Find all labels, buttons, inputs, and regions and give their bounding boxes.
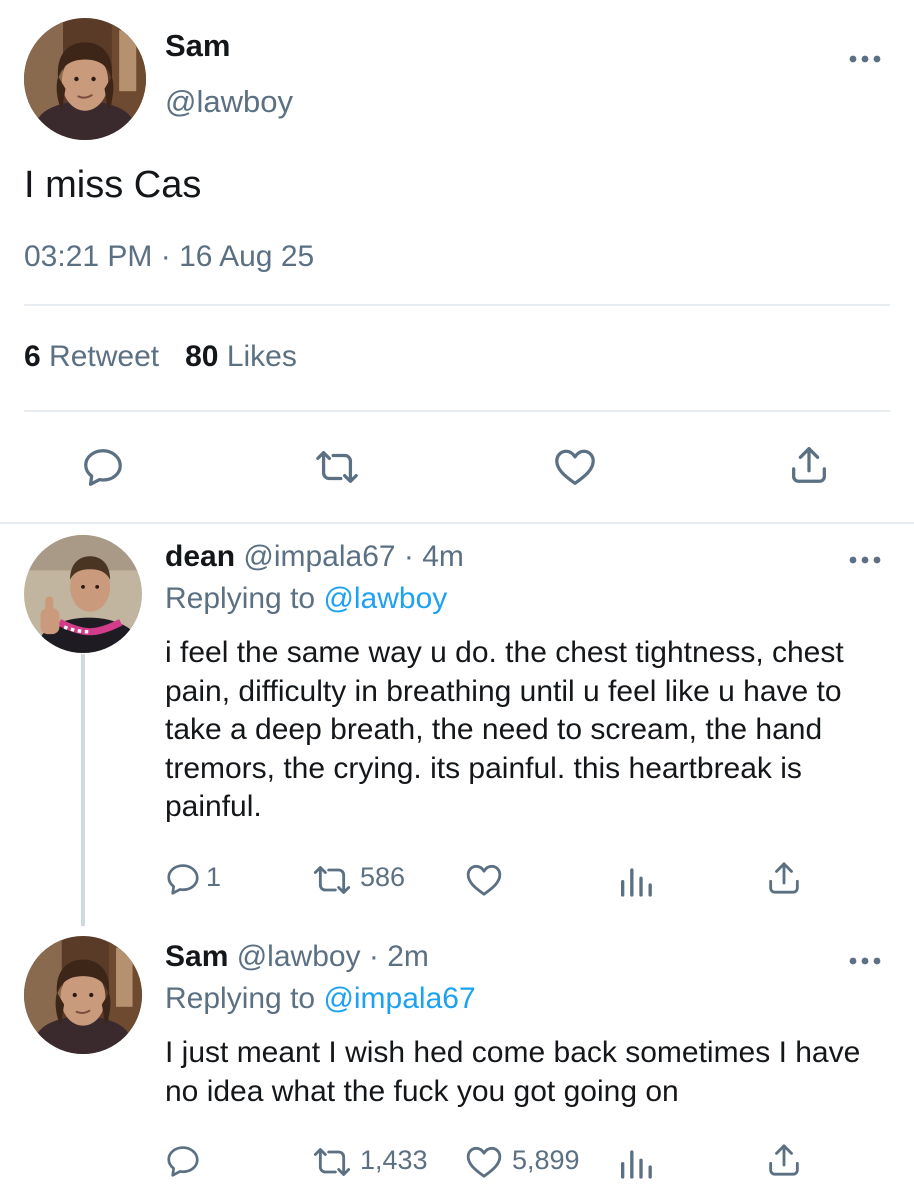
retweet-count: 1,433	[360, 1145, 428, 1175]
reply-header: Sam @lawboy · 2m	[165, 940, 429, 974]
reply-icon[interactable]	[164, 1142, 202, 1180]
replying-to: Replying to @impala67	[165, 982, 476, 1016]
more-icon[interactable]	[848, 954, 882, 966]
author-handle[interactable]: @lawboy	[165, 84, 293, 120]
mention-link[interactable]: @impala67	[323, 982, 475, 1015]
replying-prefix: Replying to	[165, 982, 316, 1015]
like-count[interactable]: 80	[185, 340, 218, 373]
like-icon[interactable]	[552, 444, 598, 490]
author-name[interactable]: Sam	[165, 28, 230, 64]
reply-text: I just meant I wish hed come back someti…	[165, 1036, 861, 1108]
section-divider	[0, 522, 914, 524]
replying-prefix: Replying to	[165, 582, 316, 615]
author-avatar[interactable]	[24, 18, 146, 140]
like-icon[interactable]	[464, 1142, 504, 1182]
like-icon[interactable]	[464, 860, 504, 900]
reply-author-handle[interactable]: @impala67	[243, 540, 395, 573]
more-icon[interactable]	[848, 553, 882, 565]
retweet-icon[interactable]	[312, 860, 352, 900]
retweet-count[interactable]: 6	[24, 340, 41, 373]
analytics-icon[interactable]	[616, 1142, 656, 1182]
reply-avatar[interactable]	[24, 535, 142, 653]
replying-to: Replying to @lawboy	[165, 582, 447, 616]
reply-time[interactable]: · 2m	[369, 940, 429, 973]
tweet-text: I miss Cas	[24, 164, 202, 206]
reply-time[interactable]: · 4m	[404, 540, 464, 573]
divider	[24, 410, 890, 412]
reply-avatar[interactable]	[24, 936, 142, 1054]
reply-count: 1	[206, 862, 222, 892]
reply-icon[interactable]	[80, 444, 126, 490]
tweet-stats: 6 Retweet 80 Likes	[24, 340, 297, 374]
analytics-icon[interactable]	[616, 860, 656, 900]
retweet-icon[interactable]	[312, 1142, 352, 1182]
mention-link[interactable]: @lawboy	[323, 582, 447, 615]
retweet-icon[interactable]	[314, 444, 360, 490]
thread-line	[81, 654, 85, 926]
share-icon[interactable]	[764, 1140, 804, 1180]
retweet-count: 586	[360, 862, 406, 892]
divider	[24, 304, 890, 306]
like-count: 5,899	[512, 1145, 580, 1175]
reply-author-name[interactable]: Sam	[165, 940, 228, 973]
avatar-image	[24, 936, 142, 1054]
like-label[interactable]: Likes	[227, 340, 297, 373]
avatar-image	[24, 18, 146, 140]
reply-text: i feel the same way u do. the chest tigh…	[165, 636, 844, 823]
more-icon[interactable]	[848, 52, 882, 64]
reply-author-handle[interactable]: @lawboy	[237, 940, 361, 973]
share-icon[interactable]	[764, 858, 804, 898]
retweet-label[interactable]: Retweet	[49, 340, 159, 373]
reply-header: dean @impala67 · 4m	[165, 540, 464, 574]
tweet-timestamp[interactable]: 03:21 PM · 16 Aug 25	[24, 240, 314, 274]
reply-icon[interactable]	[164, 860, 202, 898]
reply-author-name[interactable]: dean	[165, 540, 235, 573]
avatar-image	[24, 535, 142, 653]
share-icon[interactable]	[786, 442, 832, 488]
